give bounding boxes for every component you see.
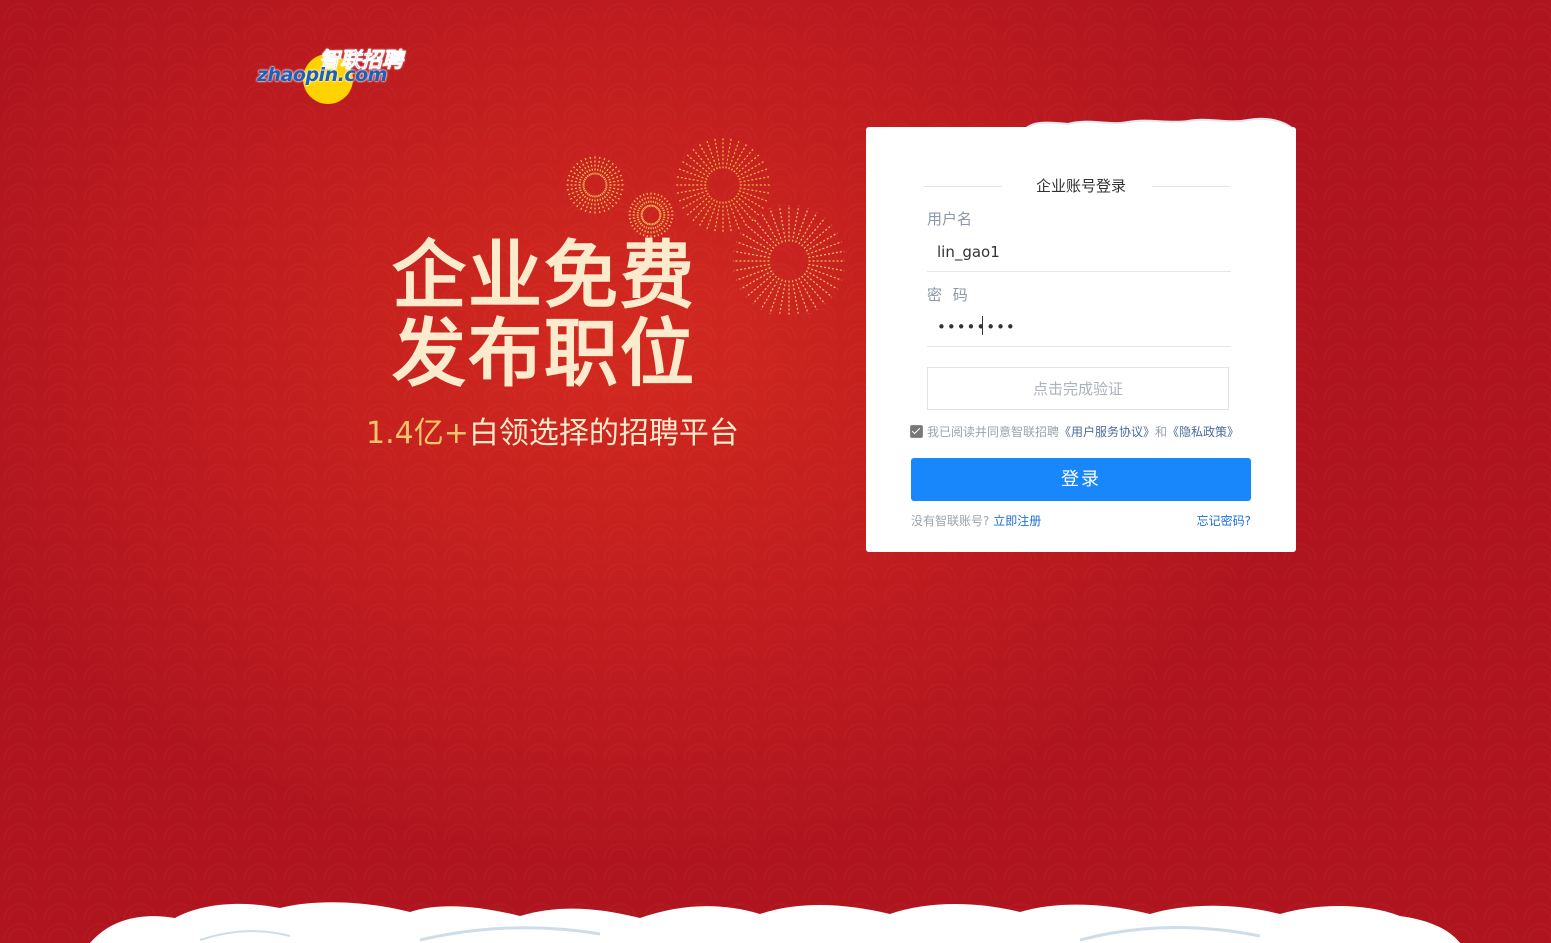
- login-title: 企业账号登录: [1035, 177, 1126, 195]
- username-input[interactable]: [927, 232, 1231, 272]
- username-label: 用户名: [927, 210, 973, 228]
- no-account-text: 没有智联账号?: [911, 514, 990, 528]
- hero-headline-line2: 发布职位: [392, 311, 696, 397]
- login-button[interactable]: 登录: [911, 458, 1251, 501]
- hero-subtitle: 1.4亿+白领选择的招聘平台: [366, 408, 739, 452]
- privacy-policy-link[interactable]: 《隐私政策》: [1167, 423, 1239, 440]
- login-card: 企业账号登录 用户名 密 码 点击完成验证 我已阅读并同意智联招聘 《用户服务协…: [866, 127, 1296, 552]
- title-divider-right: [1152, 186, 1230, 187]
- hero-headline-line1: 企业免费: [392, 233, 696, 319]
- text-caret: [982, 316, 983, 335]
- register-prompt: 没有智联账号? 立即注册: [911, 512, 1041, 529]
- hero-subtitle-number: 1.4亿+: [366, 416, 469, 451]
- zhaopin-logo[interactable]: 智联招聘 zhaopin.com: [255, 44, 415, 104]
- agreement-row: 我已阅读并同意智联招聘 《用户服务协议》 和 《隐私政策》: [910, 423, 1239, 440]
- captcha-verify-button[interactable]: 点击完成验证: [927, 367, 1229, 410]
- logo-english-text: zhaopin.com: [257, 64, 387, 86]
- agreement-and-text: 和: [1155, 425, 1168, 439]
- user-agreement-link[interactable]: 《用户服务协议》: [1059, 423, 1155, 440]
- register-link[interactable]: 立即注册: [993, 514, 1041, 528]
- agreement-checkbox[interactable]: [910, 425, 923, 438]
- hero-subtitle-text: 白领选择的招聘平台: [468, 416, 739, 451]
- password-label: 密 码: [927, 286, 971, 304]
- agreement-text: 我已阅读并同意智联招聘: [927, 425, 1060, 439]
- forgot-password-link[interactable]: 忘记密码?: [1197, 512, 1251, 529]
- password-input[interactable]: [927, 307, 1231, 347]
- snow-bottom-decoration: [90, 902, 1460, 943]
